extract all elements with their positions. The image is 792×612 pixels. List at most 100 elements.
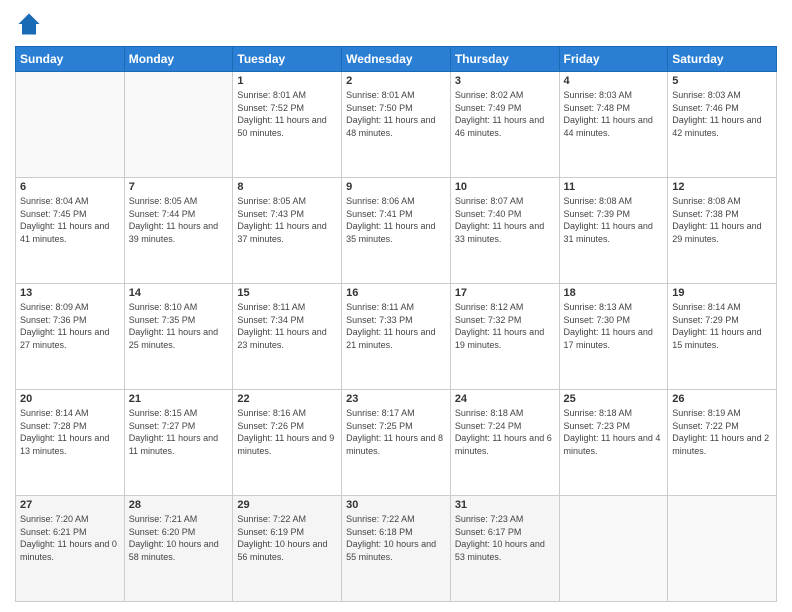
- day-number: 31: [455, 499, 555, 511]
- cell-content: Sunrise: 8:04 AMSunset: 7:45 PMDaylight:…: [20, 195, 120, 245]
- calendar-cell: 5 Sunrise: 8:03 AMSunset: 7:46 PMDaylight…: [668, 72, 777, 178]
- day-number: 17: [455, 287, 555, 299]
- calendar-cell: 20 Sunrise: 8:14 AMSunset: 7:28 PMDayligh…: [16, 390, 125, 496]
- day-number: 2: [346, 75, 446, 87]
- calendar-cell: 31Sunrise: 7:23 AMSunset: 6:17 PMDayligh…: [450, 496, 559, 602]
- calendar-cell: 10 Sunrise: 8:07 AMSunset: 7:40 PMDayligh…: [450, 178, 559, 284]
- calendar-cell: 15 Sunrise: 8:11 AMSunset: 7:34 PMDayligh…: [233, 284, 342, 390]
- cell-content: Sunrise: 8:14 AMSunset: 7:28 PMDaylight:…: [20, 407, 120, 457]
- cell-content: Sunrise: 8:19 AMSunset: 7:22 PMDaylight:…: [672, 407, 772, 457]
- calendar-cell: 9 Sunrise: 8:06 AMSunset: 7:41 PMDaylight…: [342, 178, 451, 284]
- calendar-cell: 8 Sunrise: 8:05 AMSunset: 7:43 PMDaylight…: [233, 178, 342, 284]
- calendar-cell: 19Sunrise: 8:14 AMSunset: 7:29 PMDayligh…: [668, 284, 777, 390]
- cell-content: Sunrise: 8:15 AMSunset: 7:27 PMDaylight:…: [129, 407, 229, 457]
- calendar-cell: 29Sunrise: 7:22 AMSunset: 6:19 PMDayligh…: [233, 496, 342, 602]
- calendar-cell: 7 Sunrise: 8:05 AMSunset: 7:44 PMDaylight…: [124, 178, 233, 284]
- cell-content: Sunrise: 8:14 AMSunset: 7:29 PMDaylight:…: [672, 301, 772, 351]
- cell-content: Sunrise: 8:06 AMSunset: 7:41 PMDaylight:…: [346, 195, 446, 245]
- day-number: 27: [20, 499, 120, 511]
- day-number: 18: [564, 287, 664, 299]
- cell-content: Sunrise: 8:12 AMSunset: 7:32 PMDaylight:…: [455, 301, 555, 351]
- calendar-cell: 28Sunrise: 7:21 AMSunset: 6:20 PMDayligh…: [124, 496, 233, 602]
- day-number: 24: [455, 393, 555, 405]
- cell-content: Sunrise: 8:05 AMSunset: 7:44 PMDaylight:…: [129, 195, 229, 245]
- cell-content: Sunrise: 8:16 AMSunset: 7:26 PMDaylight:…: [237, 407, 337, 457]
- day-number: 1: [237, 75, 337, 87]
- cell-content: Sunrise: 8:11 AMSunset: 7:34 PMDaylight:…: [237, 301, 337, 351]
- calendar-cell: 13 Sunrise: 8:09 AMSunset: 7:36 PMDayligh…: [16, 284, 125, 390]
- day-number: 21: [129, 393, 229, 405]
- week-row-5: 27 Sunrise: 7:20 AMSunset: 6:21 PMDayligh…: [16, 496, 777, 602]
- cell-content: Sunrise: 8:10 AMSunset: 7:35 PMDaylight:…: [129, 301, 229, 351]
- calendar-cell: 16 Sunrise: 8:11 AMSunset: 7:33 PMDayligh…: [342, 284, 451, 390]
- day-number: 8: [237, 181, 337, 193]
- day-header-tuesday: Tuesday: [233, 47, 342, 72]
- calendar-cell: 11 Sunrise: 8:08 AMSunset: 7:39 PMDayligh…: [559, 178, 668, 284]
- day-number: 12: [672, 181, 772, 193]
- calendar-cell: 21 Sunrise: 8:15 AMSunset: 7:27 PMDayligh…: [124, 390, 233, 496]
- cell-content: Sunrise: 8:08 AMSunset: 7:39 PMDaylight:…: [564, 195, 664, 245]
- day-number: 30: [346, 499, 446, 511]
- calendar-cell: 22 Sunrise: 8:16 AMSunset: 7:26 PMDayligh…: [233, 390, 342, 496]
- week-row-3: 13 Sunrise: 8:09 AMSunset: 7:36 PMDayligh…: [16, 284, 777, 390]
- day-number: 11: [564, 181, 664, 193]
- day-number: 5: [672, 75, 772, 87]
- calendar-cell: 3Sunrise: 8:02 AMSunset: 7:49 PMDaylight…: [450, 72, 559, 178]
- header: [15, 10, 777, 38]
- cell-content: Sunrise: 8:03 AMSunset: 7:48 PMDaylight:…: [564, 89, 664, 139]
- calendar-cell: 27 Sunrise: 7:20 AMSunset: 6:21 PMDayligh…: [16, 496, 125, 602]
- day-header-sunday: Sunday: [16, 47, 125, 72]
- cell-content: Sunrise: 8:03 AMSunset: 7:46 PMDaylight:…: [672, 89, 772, 139]
- calendar-header: SundayMondayTuesdayWednesdayThursdayFrid…: [16, 47, 777, 72]
- cell-content: Sunrise: 8:02 AMSunset: 7:49 PMDaylight:…: [455, 89, 555, 139]
- calendar-cell: 14 Sunrise: 8:10 AMSunset: 7:35 PMDayligh…: [124, 284, 233, 390]
- logo-icon: [15, 10, 43, 38]
- calendar-cell: 18Sunrise: 8:13 AMSunset: 7:30 PMDayligh…: [559, 284, 668, 390]
- day-number: 6: [20, 181, 120, 193]
- calendar-body: 1Sunrise: 8:01 AMSunset: 7:52 PMDaylight…: [16, 72, 777, 602]
- day-number: 16: [346, 287, 446, 299]
- day-number: 29: [237, 499, 337, 511]
- calendar-cell: 23Sunrise: 8:17 AMSunset: 7:25 PMDayligh…: [342, 390, 451, 496]
- cell-content: Sunrise: 7:20 AMSunset: 6:21 PMDaylight:…: [20, 513, 120, 563]
- day-number: 4: [564, 75, 664, 87]
- calendar-cell: 6 Sunrise: 8:04 AMSunset: 7:45 PMDaylight…: [16, 178, 125, 284]
- day-header-saturday: Saturday: [668, 47, 777, 72]
- day-number: 14: [129, 287, 229, 299]
- calendar-cell: 12 Sunrise: 8:08 AMSunset: 7:38 PMDayligh…: [668, 178, 777, 284]
- week-row-4: 20 Sunrise: 8:14 AMSunset: 7:28 PMDayligh…: [16, 390, 777, 496]
- cell-content: Sunrise: 8:08 AMSunset: 7:38 PMDaylight:…: [672, 195, 772, 245]
- day-number: 25: [564, 393, 664, 405]
- day-number: 28: [129, 499, 229, 511]
- day-number: 7: [129, 181, 229, 193]
- day-number: 10: [455, 181, 555, 193]
- cell-content: Sunrise: 8:11 AMSunset: 7:33 PMDaylight:…: [346, 301, 446, 351]
- day-header-friday: Friday: [559, 47, 668, 72]
- calendar-cell: [559, 496, 668, 602]
- cell-content: Sunrise: 8:05 AMSunset: 7:43 PMDaylight:…: [237, 195, 337, 245]
- day-number: 23: [346, 393, 446, 405]
- cell-content: Sunrise: 8:18 AMSunset: 7:23 PMDaylight:…: [564, 407, 664, 457]
- calendar-cell: [16, 72, 125, 178]
- calendar-cell: [124, 72, 233, 178]
- day-number: 26: [672, 393, 772, 405]
- day-number: 22: [237, 393, 337, 405]
- calendar-cell: 24 Sunrise: 8:18 AMSunset: 7:24 PMDayligh…: [450, 390, 559, 496]
- calendar-cell: 17 Sunrise: 8:12 AMSunset: 7:32 PMDayligh…: [450, 284, 559, 390]
- calendar-cell: 1Sunrise: 8:01 AMSunset: 7:52 PMDaylight…: [233, 72, 342, 178]
- day-number: 9: [346, 181, 446, 193]
- day-number: 15: [237, 287, 337, 299]
- week-row-2: 6 Sunrise: 8:04 AMSunset: 7:45 PMDaylight…: [16, 178, 777, 284]
- cell-content: Sunrise: 8:07 AMSunset: 7:40 PMDaylight:…: [455, 195, 555, 245]
- day-number: 13: [20, 287, 120, 299]
- cell-content: Sunrise: 8:01 AMSunset: 7:50 PMDaylight:…: [346, 89, 446, 139]
- days-header-row: SundayMondayTuesdayWednesdayThursdayFrid…: [16, 47, 777, 72]
- cell-content: Sunrise: 8:18 AMSunset: 7:24 PMDaylight:…: [455, 407, 555, 457]
- day-header-monday: Monday: [124, 47, 233, 72]
- day-header-wednesday: Wednesday: [342, 47, 451, 72]
- calendar-table: SundayMondayTuesdayWednesdayThursdayFrid…: [15, 46, 777, 602]
- cell-content: Sunrise: 8:09 AMSunset: 7:36 PMDaylight:…: [20, 301, 120, 351]
- day-number: 20: [20, 393, 120, 405]
- page-container: SundayMondayTuesdayWednesdayThursdayFrid…: [0, 0, 792, 612]
- calendar-cell: 30Sunrise: 7:22 AMSunset: 6:18 PMDayligh…: [342, 496, 451, 602]
